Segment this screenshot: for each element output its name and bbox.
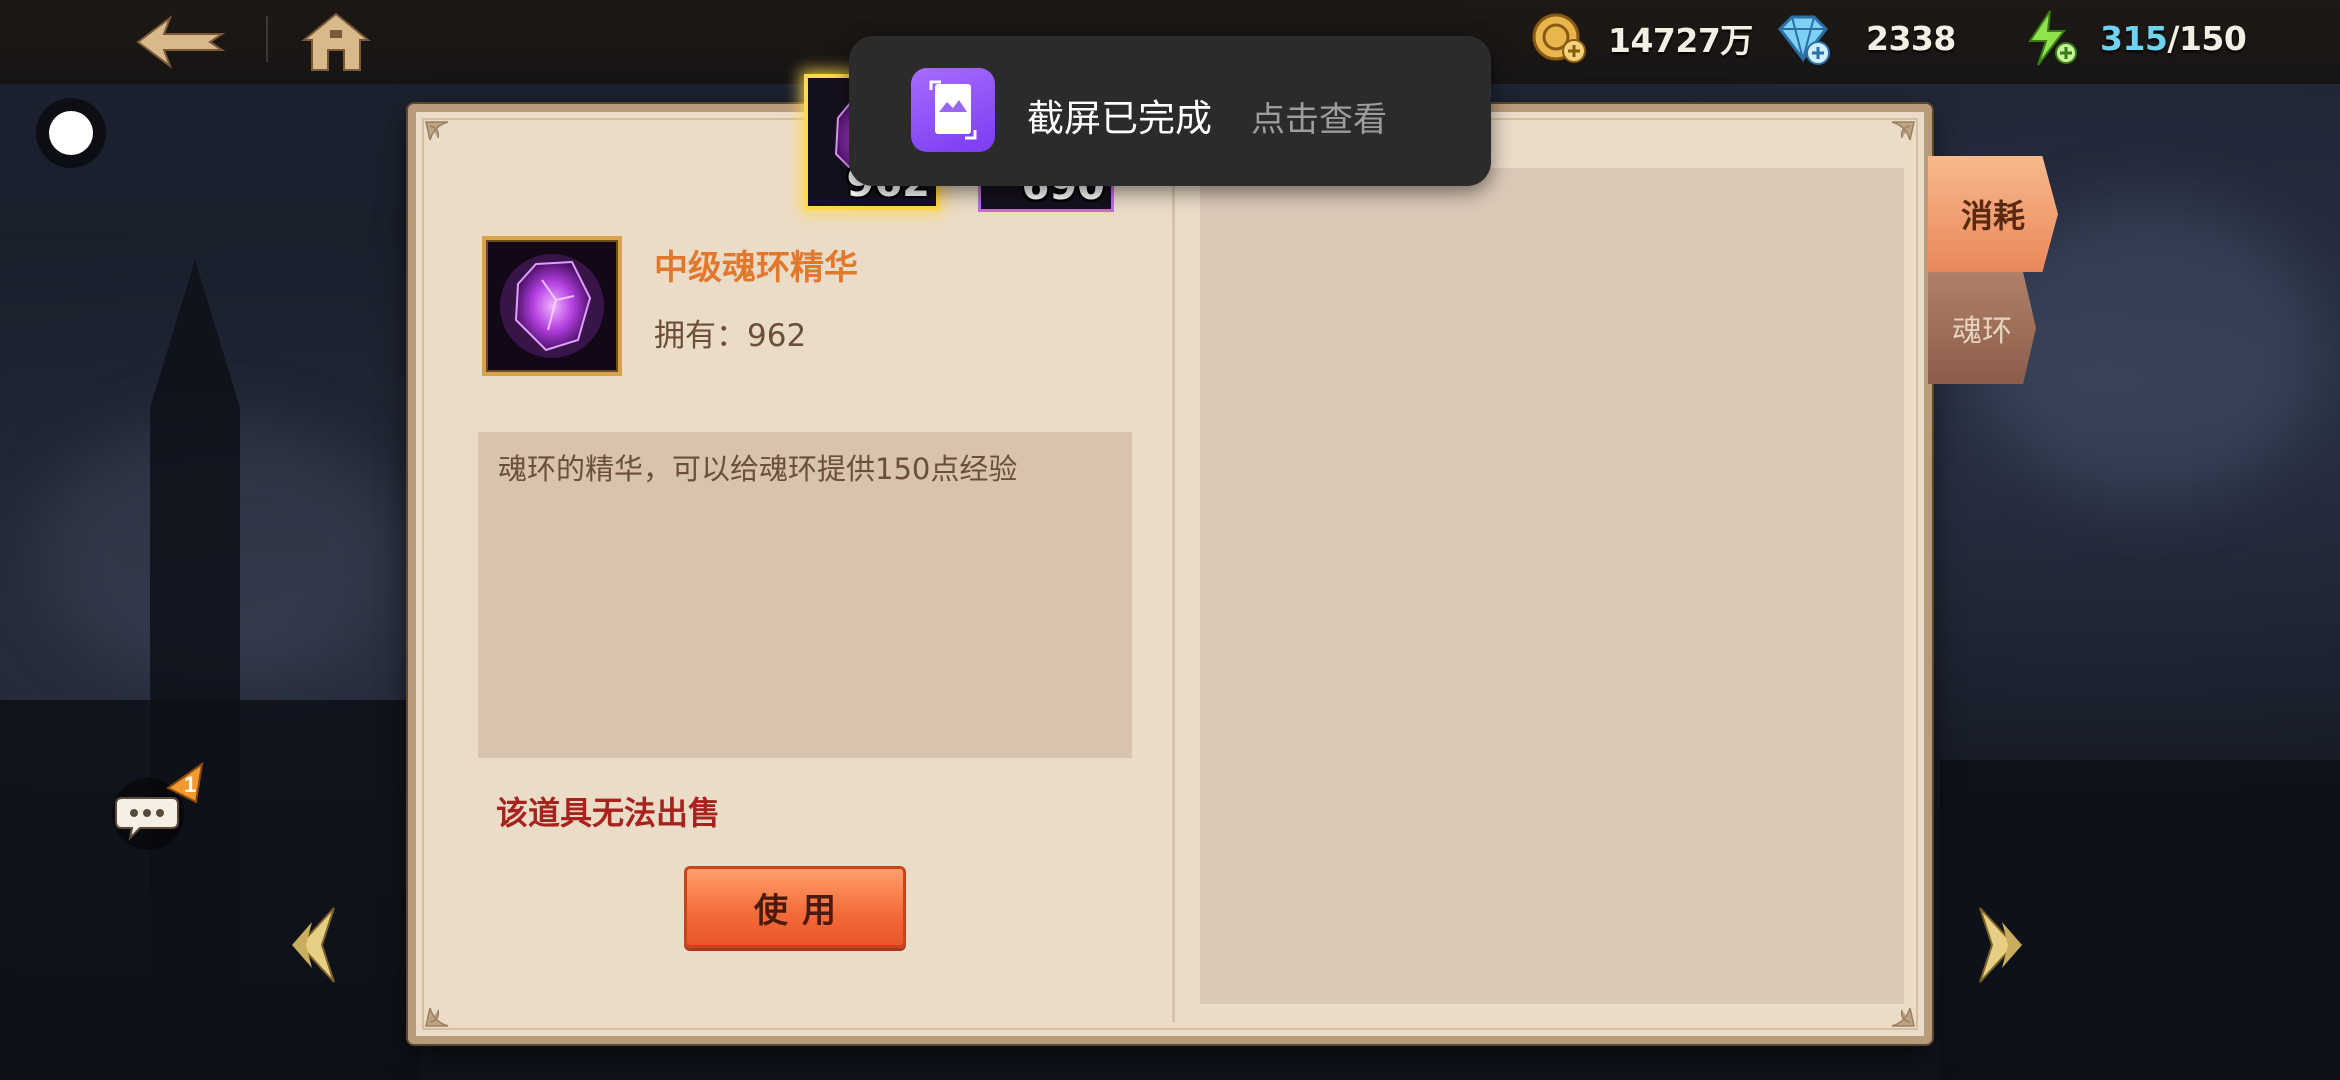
use-button-label: 使用 — [754, 890, 850, 931]
double-chevron-left-icon — [292, 907, 335, 983]
toast-view-link[interactable]: 点击查看 — [1251, 92, 1387, 141]
home-button[interactable] — [300, 10, 372, 74]
energy-resource[interactable]: 315/150 — [2020, 8, 2247, 68]
screenshot-image-icon — [929, 80, 977, 140]
tab-soul-rings[interactable]: 魂环 — [1928, 272, 2036, 384]
background-building — [0, 700, 420, 1080]
topbar-divider — [266, 16, 268, 62]
tab-soul-rings-label: 魂环 — [1952, 314, 2012, 349]
corner-ornament-icon — [425, 121, 449, 141]
use-button[interactable]: 使用 — [684, 866, 906, 948]
energy-max-value: /150 — [2167, 18, 2247, 58]
lightning-plus-icon — [2028, 10, 2077, 66]
tab-consumables-label: 消耗 — [1960, 197, 2025, 235]
selected-item-icon-frame — [482, 236, 622, 376]
gold-coin-plus-icon — [1532, 13, 1586, 63]
item-description-box: 魂环的精华，可以给魂环提供150点经验 — [478, 432, 1132, 758]
diamond-resource[interactable]: 2338 — [1774, 8, 1956, 68]
chat-button[interactable]: 1 — [110, 758, 210, 858]
screenshot-toast[interactable]: 截屏已完成 点击查看 — [849, 36, 1491, 186]
back-arrow-icon — [136, 15, 226, 69]
owned-value: 962 — [747, 318, 807, 354]
corner-ornament-icon — [1891, 121, 1915, 141]
toast-title: 截屏已完成 — [1027, 97, 1212, 140]
gold-value: 14727万 — [1608, 21, 1753, 60]
inventory-panel: 中级魂环精华 拥有：962 魂环的精华，可以给魂环提供150点经验 该道具无法出… — [408, 104, 1932, 1044]
back-button[interactable] — [130, 10, 230, 74]
home-icon — [301, 12, 371, 71]
owned-label: 拥有： — [654, 318, 747, 354]
chat-bubble-icon: 1 — [112, 761, 204, 850]
panel-divider — [1172, 142, 1175, 1022]
screenshot-icon — [911, 68, 995, 152]
prev-page-arrow[interactable] — [282, 900, 352, 990]
diamond-plus-icon — [1778, 15, 1830, 65]
unsellable-note: 该道具无法出售 — [496, 794, 721, 832]
diamond-value: 2338 — [1866, 18, 1956, 58]
item-description: 魂环的精华，可以给魂环提供150点经验 — [498, 452, 1018, 486]
tab-consumables[interactable]: 消耗 — [1928, 156, 2058, 272]
chat-badge-count: 1 — [184, 772, 196, 797]
owned-count-row: 拥有：962 — [654, 310, 806, 355]
next-page-arrow[interactable] — [1962, 900, 2032, 990]
item-name: 中级魂环精华 — [654, 248, 858, 288]
gold-resource[interactable]: 14727万 — [1530, 8, 1753, 68]
purple-crystal-icon — [500, 254, 604, 358]
assist-dot-icon — [49, 111, 93, 155]
energy-current-value: 315 — [2100, 18, 2168, 58]
floating-assist-button[interactable] — [36, 98, 106, 168]
corner-ornament-icon — [425, 1007, 449, 1027]
inventory-grid — [1200, 168, 1904, 1004]
double-chevron-right-icon — [1979, 907, 2022, 983]
